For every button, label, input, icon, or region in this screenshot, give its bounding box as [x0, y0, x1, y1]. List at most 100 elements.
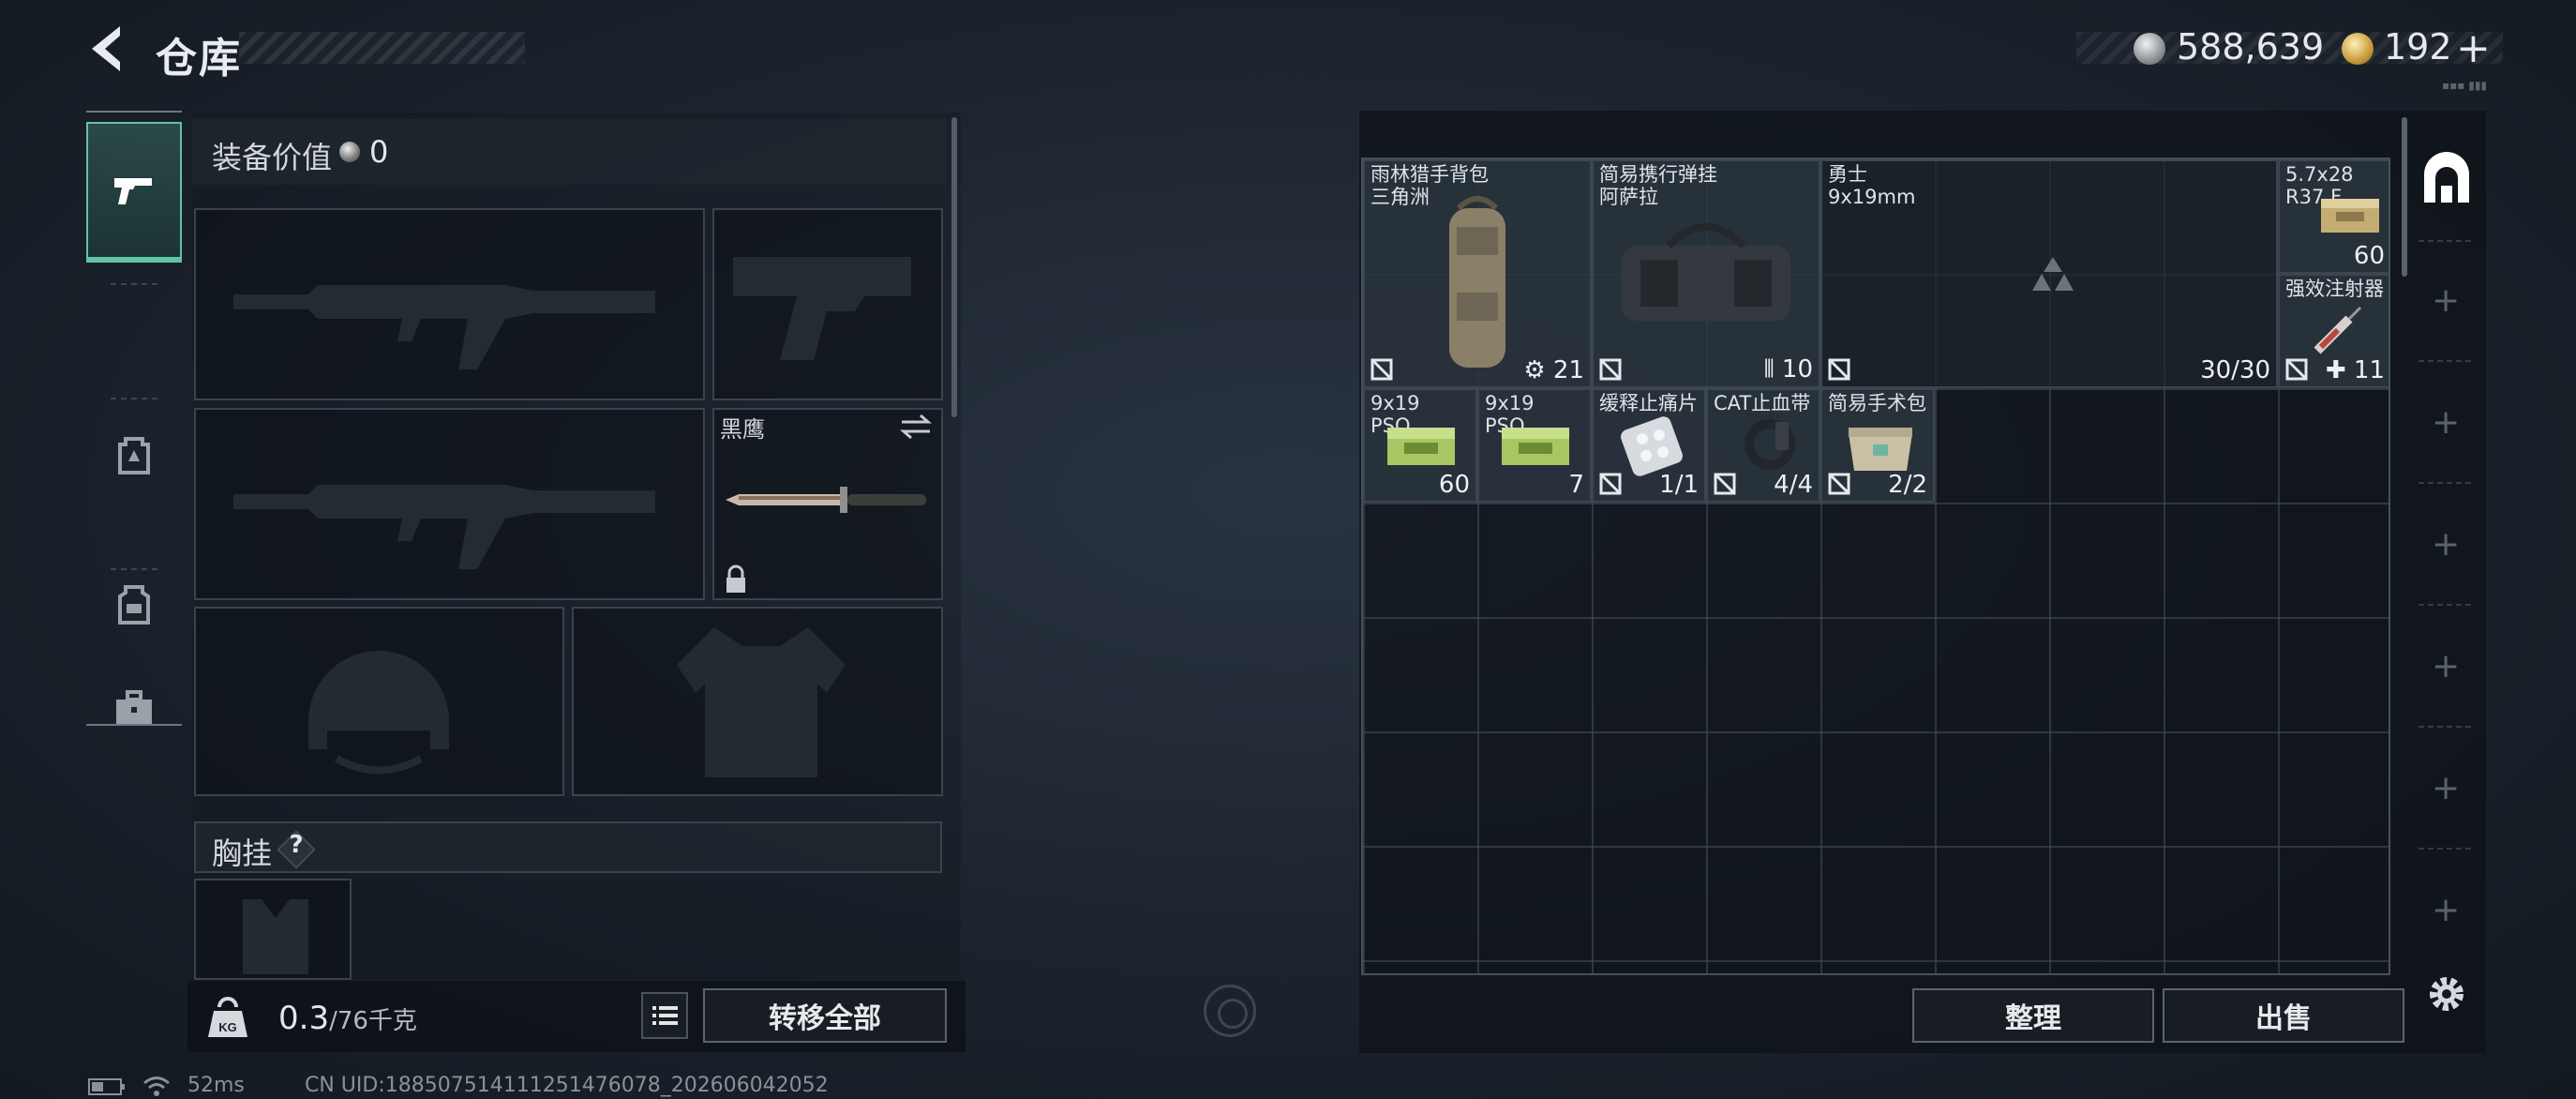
value-coin-icon	[339, 142, 360, 162]
toolbox-icon	[116, 690, 152, 724]
equipment-value-label: 装备价值	[212, 140, 333, 175]
rail-divider	[2419, 482, 2471, 484]
syringe-icon	[2314, 306, 2362, 354]
storage-item-chest-rig[interactable]: 简易携行弹挂 阿萨拉 ⫴ 10	[1592, 159, 1820, 388]
tab-toolbox[interactable]	[86, 638, 182, 778]
pistol-slot[interactable]	[712, 208, 943, 400]
svg-text:KG: KG	[218, 1020, 237, 1034]
no-insure-icon	[1599, 358, 1622, 381]
chest-rig-slot[interactable]	[194, 879, 352, 980]
gold-coin-icon	[2342, 33, 2374, 65]
helmet-silhouette-icon	[308, 651, 449, 775]
add-storage-tab-icon[interactable]: +	[2432, 894, 2460, 927]
build-mark: ▪▪▪ ▮▮▮	[2442, 79, 2488, 92]
storage-item-tourniquet[interactable]: CAT止血带 4/4	[1706, 388, 1820, 503]
item-count: ⚙ 21	[1523, 356, 1584, 384]
knife-icon	[726, 487, 926, 513]
no-insure-icon	[1828, 358, 1850, 381]
item-count: 7	[1568, 471, 1584, 499]
weight-capacity: /76千克	[329, 1007, 417, 1035]
add-storage-tab-icon[interactable]: +	[2432, 650, 2460, 684]
category-tabs	[86, 111, 182, 726]
smg-item-icon	[2032, 257, 2074, 291]
center-indicator-icon	[1204, 985, 1256, 1037]
title-decoration	[239, 32, 525, 64]
storage-item-ammo-9mm-a[interactable]: 9x19 PSO 60	[1363, 388, 1477, 503]
add-storage-tab-icon[interactable]: +	[2432, 772, 2460, 805]
wifi-icon	[143, 1076, 170, 1096]
sort-button[interactable]: 整理	[1912, 988, 2154, 1043]
secondary-weapon-slot[interactable]	[194, 408, 705, 600]
chest-rig-item-icon	[1622, 223, 1790, 321]
item-count: 1/1	[1659, 471, 1699, 499]
transfer-all-button[interactable]: 转移全部	[703, 988, 947, 1043]
storage-item-smg[interactable]: 勇士 9x19mm 30/30	[1820, 159, 2278, 388]
surgery-kit-icon	[1849, 428, 1912, 471]
chest-rig-label: 胸挂	[212, 836, 273, 871]
storage-item-syringe[interactable]: 强效注射器 ✚ 11	[2278, 274, 2389, 388]
list-view-button[interactable]	[641, 992, 688, 1039]
help-icon-glyph: ?	[289, 831, 304, 859]
topup-plus-icon[interactable]: +	[2456, 24, 2491, 72]
settings-gear-icon[interactable]	[2423, 971, 2470, 1017]
add-storage-tab-icon[interactable]: +	[2432, 284, 2460, 318]
backpack-icon	[118, 437, 150, 474]
no-insure-icon	[1370, 358, 1393, 381]
back-arrow-icon[interactable]	[82, 21, 139, 77]
helmet-slot[interactable]	[194, 607, 564, 796]
rail-divider	[2419, 360, 2471, 362]
rail-divider	[2419, 604, 2471, 606]
armor-silhouette-icon	[677, 627, 846, 777]
backpack-item-icon	[1449, 196, 1505, 368]
item-count: ✚ 11	[2325, 356, 2385, 384]
pistol-silhouette-icon	[733, 257, 911, 360]
battery-icon	[88, 1078, 125, 1095]
item-count: 60	[1438, 471, 1470, 499]
tab-weapons[interactable]	[86, 122, 182, 263]
storage-item-backpack[interactable]: 雨林猎手背包 三角洲 ⚙ 21	[1363, 159, 1592, 388]
item-name: 强效注射器	[2285, 278, 2384, 300]
no-insure-icon	[2285, 358, 2308, 381]
loadout-scrollbar[interactable]	[951, 117, 957, 417]
lock-icon	[726, 565, 745, 593]
page-title: 仓库	[156, 35, 242, 83]
item-name: 勇士 9x19mm	[1828, 163, 1916, 208]
melee-name: 黑鹰	[720, 416, 765, 443]
pills-icon	[1621, 416, 1683, 476]
storage-item-pills[interactable]: 缓释止痛片 1/1	[1592, 388, 1706, 503]
primary-weapon-slot[interactable]	[194, 208, 705, 400]
chest-rig-silhouette-icon	[243, 899, 308, 974]
ammo-box-icon	[2321, 199, 2379, 233]
storage-item-ammo-57[interactable]: 5.7x28 R37.F 60	[2278, 159, 2389, 274]
weight-icon: KG	[208, 997, 247, 1037]
weight-current: 0.3	[278, 1000, 330, 1037]
rail-divider	[2419, 726, 2471, 728]
ammo-box-icon	[1387, 428, 1455, 465]
storage-item-ammo-9mm-b[interactable]: 9x19 PSO 7	[1477, 388, 1592, 503]
tab-backpack[interactable]	[86, 384, 182, 525]
item-name: 简易携行弹挂 阿萨拉	[1599, 163, 1717, 208]
add-storage-tab-icon[interactable]: +	[2432, 528, 2460, 562]
gold-amount: 192	[2384, 26, 2452, 68]
item-count: 30/30	[2200, 356, 2270, 384]
no-insure-icon	[1828, 473, 1850, 495]
user-uid: CN UID:1885075141112514760​78_2026060420…	[305, 1074, 829, 1097]
storage-item-surgery-kit[interactable]: 简易手术包 2/2	[1820, 388, 1935, 503]
silver-coin-icon	[2134, 33, 2165, 65]
list-icon	[652, 1006, 678, 1025]
silver-amount: 588,639	[2177, 26, 2325, 68]
no-insure-icon	[1714, 473, 1736, 495]
storage-scrollbar[interactable]	[2402, 117, 2407, 277]
swap-icon[interactable]	[900, 413, 932, 441]
item-count: 60	[2353, 242, 2385, 270]
rifle-silhouette-icon	[233, 285, 655, 369]
sell-button[interactable]: 出售	[2163, 988, 2404, 1043]
item-count: 2/2	[1888, 471, 1927, 499]
storage-grid: 雨林猎手背包 三角洲 ⚙ 21 简易携行弹挂 阿萨拉 ⫴ 10 勇士 9x19mm 3…	[1361, 158, 2390, 975]
ping-readout: 52ms	[187, 1074, 245, 1097]
item-name: CAT止血带	[1714, 392, 1811, 414]
add-storage-tab-icon[interactable]: +	[2432, 406, 2460, 440]
armor-slot[interactable]	[572, 607, 943, 796]
storage-tab-icon[interactable]	[2419, 150, 2475, 206]
item-name: 缓释止痛片	[1599, 392, 1698, 414]
